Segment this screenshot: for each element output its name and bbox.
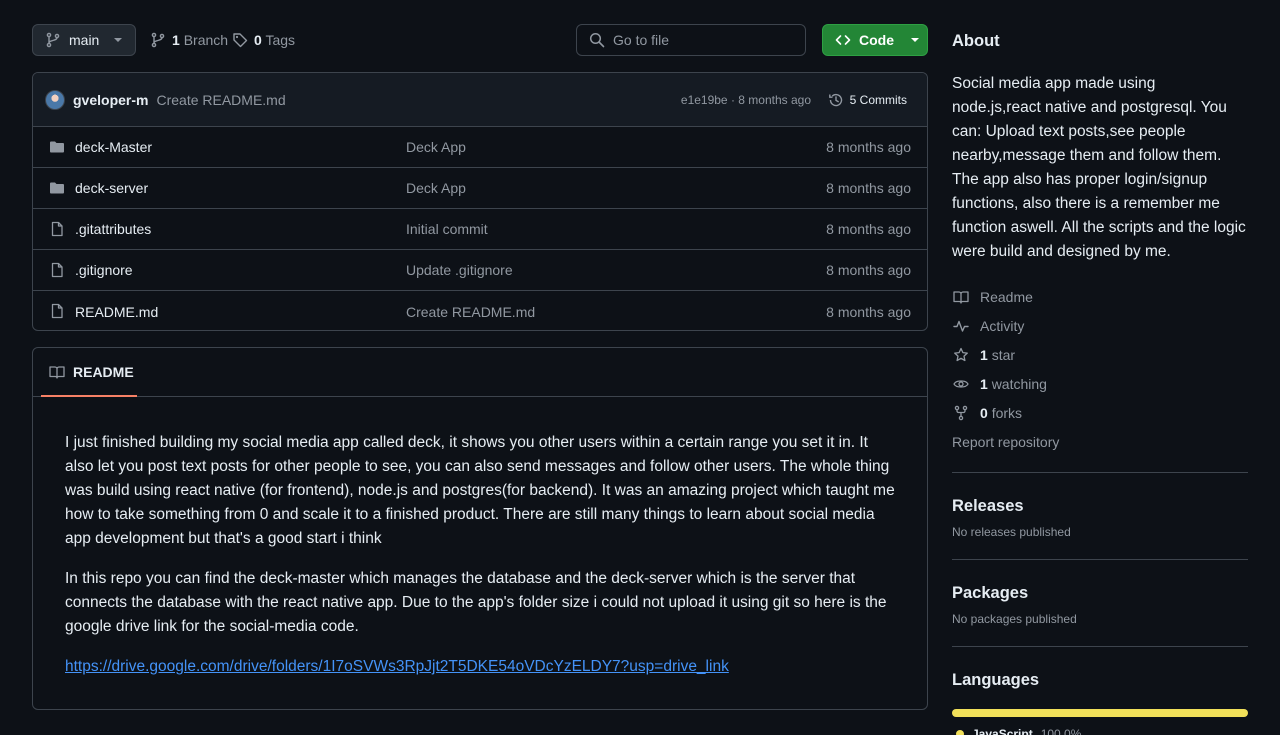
report-repository-link[interactable]: Report repository [952, 427, 1248, 456]
fork-icon [952, 405, 970, 421]
drive-link[interactable]: https://drive.google.com/drive/folders/1… [65, 658, 729, 675]
branch-label: Branch [183, 32, 229, 48]
about-title: About [952, 31, 1000, 50]
stars-label: star [991, 346, 1016, 363]
file-name[interactable]: README.md [75, 304, 158, 320]
packages-title[interactable]: Packages [952, 576, 1248, 610]
stars-link[interactable]: 1 star [952, 340, 1248, 369]
about-description: Social media app made using node.js,reac… [952, 75, 1246, 260]
go-to-file-input[interactable]: Go to file [576, 24, 806, 56]
file-date: 8 months ago [826, 303, 911, 320]
watchers-link[interactable]: 1 watching [952, 369, 1248, 398]
tag-icon [232, 32, 248, 48]
language-name: JavaScript [972, 727, 1033, 735]
activity-link-label: Activity [980, 317, 1025, 334]
tag-label: Tags [265, 32, 296, 48]
pulse-icon [952, 318, 970, 334]
file-date: 8 months ago [826, 180, 911, 196]
branch-name: main [69, 32, 100, 48]
watching-count: 1 [980, 375, 988, 392]
watching-label: watching [991, 375, 1047, 392]
book-icon [952, 289, 970, 305]
file-name[interactable]: .gitignore [75, 262, 133, 278]
file-icon [49, 262, 65, 278]
tag-count: 0 [254, 32, 262, 48]
commit-author[interactable]: gveloper-m [73, 92, 148, 108]
file-name[interactable]: deck-Master [75, 139, 152, 155]
tags-link[interactable]: 0 Tags [232, 24, 295, 56]
commits-count: 5 Commits [849, 92, 907, 107]
file-browser: gveloper-m Create README.md e1e19be · 8 … [32, 72, 928, 331]
eye-icon [952, 376, 970, 392]
file-commit-message[interactable]: Update .gitignore [406, 262, 513, 278]
git-branch-icon [45, 32, 61, 48]
readme-tab-label: README [73, 363, 134, 380]
tab-readme[interactable]: README [41, 348, 137, 397]
forks-count: 0 [980, 404, 988, 421]
history-icon [828, 92, 844, 108]
search-icon [589, 32, 605, 48]
activity-link[interactable]: Activity [952, 311, 1248, 340]
language-color-dot [956, 730, 964, 735]
file-commit-message[interactable]: Create README.md [406, 304, 535, 320]
code-icon [835, 32, 851, 48]
code-button[interactable]: Code [822, 24, 928, 56]
file-date: 8 months ago [826, 221, 911, 237]
go-to-file-placeholder: Go to file [613, 32, 670, 48]
file-name[interactable]: deck-server [75, 180, 148, 196]
repo-toolbar: main 1 Branch 0 Tags Go to file Code [32, 24, 928, 56]
file-row[interactable]: deck-Master Deck App 8 months ago [33, 127, 927, 168]
caret-down-icon [113, 37, 123, 43]
releases-title[interactable]: Releases [952, 489, 1248, 523]
language-bar [952, 709, 1248, 717]
git-branch-icon [150, 32, 166, 48]
file-name[interactable]: .gitattributes [75, 221, 151, 237]
packages-section: Packages No packages published [952, 560, 1248, 630]
file-row[interactable]: .gitignore Update .gitignore 8 months ag… [33, 250, 927, 291]
languages-title: Languages [952, 670, 1040, 689]
code-label: Code [859, 32, 894, 48]
file-icon [49, 303, 65, 319]
book-icon [49, 364, 65, 380]
readme-content: I just finished building my social media… [33, 397, 927, 679]
language-item[interactable]: JavaScript 100.0% [952, 727, 1248, 735]
commits-history-link[interactable]: 5 Commits [828, 92, 907, 108]
language-percent: 100.0% [1040, 727, 1082, 735]
forks-label: forks [991, 404, 1023, 421]
star-icon [952, 347, 970, 363]
branch-selector-button[interactable]: main [32, 24, 136, 56]
readme-paragraph: I just finished building my social media… [65, 434, 895, 547]
forks-link[interactable]: 0 forks [952, 398, 1248, 427]
file-row[interactable]: .gitattributes Initial commit 8 months a… [33, 209, 927, 250]
readme-link-label: Readme [980, 288, 1033, 305]
avatar[interactable] [45, 89, 65, 110]
packages-subtitle: No packages published [952, 612, 1077, 626]
readme-link[interactable]: Readme [952, 282, 1248, 311]
commit-message[interactable]: Create README.md [156, 92, 285, 108]
stars-count: 1 [980, 346, 988, 363]
caret-down-icon [910, 37, 920, 43]
folder-icon [49, 180, 65, 196]
readme-paragraph: In this repo you can find the deck-maste… [65, 570, 887, 635]
branch-count: 1 [172, 32, 180, 48]
folder-icon [49, 139, 65, 155]
file-row[interactable]: README.md Create README.md 8 months ago [33, 291, 927, 330]
releases-subtitle: No releases published [952, 525, 1071, 539]
file-commit-message[interactable]: Deck App [406, 180, 466, 196]
file-commit-message[interactable]: Initial commit [406, 221, 488, 237]
commit-meta[interactable]: e1e19be · 8 months ago [681, 93, 811, 107]
branches-link[interactable]: 1 Branch [150, 24, 228, 56]
releases-section: Releases No releases published [952, 473, 1248, 543]
latest-commit-bar: gveloper-m Create README.md e1e19be · 8 … [33, 73, 927, 127]
file-commit-message[interactable]: Deck App [406, 139, 466, 155]
readme-header: README [33, 348, 927, 397]
readme-panel: README I just finished building my socia… [32, 347, 928, 710]
file-icon [49, 221, 65, 237]
languages-section: Languages JavaScript 100.0% [952, 647, 1248, 735]
file-date: 8 months ago [826, 262, 911, 278]
repo-sidebar: About Social media app made using node.j… [952, 24, 1248, 735]
file-date: 8 months ago [826, 139, 911, 155]
file-row[interactable]: deck-server Deck App 8 months ago [33, 168, 927, 209]
